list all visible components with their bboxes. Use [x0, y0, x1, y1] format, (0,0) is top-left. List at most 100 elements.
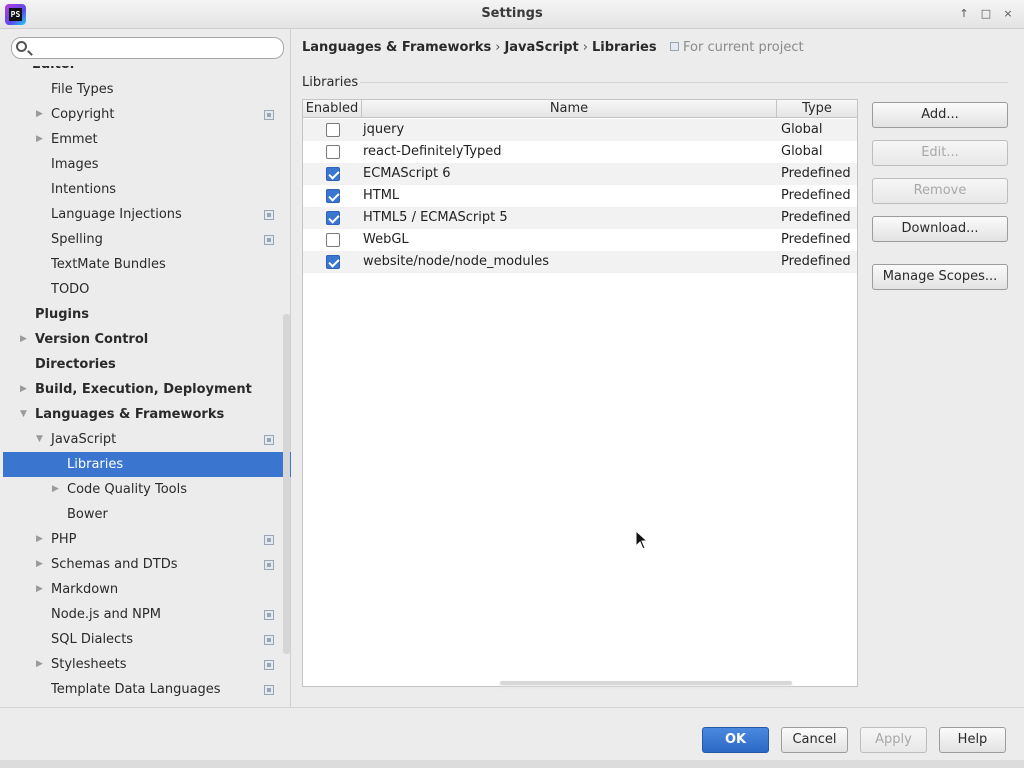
sidebar-item-schemas-and-dtds[interactable]: ▶ Schemas and DTDs — [0, 552, 291, 577]
sidebar-item-copyright[interactable]: ▶ Copyright — [0, 102, 291, 127]
section-divider — [360, 82, 1008, 83]
sidebar-item-label: SQL Dialects — [51, 632, 134, 647]
enabled-checkbox[interactable] — [326, 255, 340, 269]
sidebar-item-label: Markdown — [51, 582, 119, 597]
sidebar-item-label: Emmet — [51, 132, 98, 147]
library-type: Predefined — [781, 188, 851, 203]
sidebar-item-label: TextMate Bundles — [51, 257, 166, 272]
column-header-name[interactable]: Name — [362, 100, 777, 118]
sidebar-item-version-control[interactable]: ▶ Version Control — [0, 327, 291, 352]
collapsed-arrow-icon[interactable]: ▶ — [52, 477, 62, 502]
sidebar-item-code-quality-tools[interactable]: ▶ Code Quality Tools — [0, 477, 291, 502]
add-button[interactable]: Add... — [872, 102, 1008, 128]
sidebar-item-images[interactable]: Images — [0, 152, 291, 177]
table-row[interactable]: HTML5 / ECMAScript 5 Predefined — [303, 207, 857, 229]
sidebar-item-languages-frameworks[interactable]: ▼ Languages & Frameworks — [0, 402, 291, 427]
collapsed-arrow-icon[interactable]: ▶ — [36, 102, 46, 127]
library-type: Global — [781, 122, 823, 137]
sidebar-item-label: PHP — [51, 532, 77, 547]
project-scope-icon — [264, 435, 274, 445]
breadcrumb-separator: › — [582, 40, 588, 55]
window-up-icon[interactable]: ↑ — [956, 6, 972, 22]
ok-button[interactable]: OK — [702, 727, 769, 753]
sidebar-item-label: Intentions — [51, 182, 117, 197]
column-header-enabled[interactable]: Enabled — [303, 100, 362, 118]
sidebar-item-node-js-and-npm[interactable]: Node.js and NPM — [0, 602, 291, 627]
project-scope-icon — [264, 235, 274, 245]
table-row[interactable]: website/node/node_modules Predefined — [303, 251, 857, 273]
breadcrumb-part: Languages & Frameworks — [302, 40, 492, 55]
sidebar-item-template-data-languages[interactable]: Template Data Languages — [0, 677, 291, 702]
table-row[interactable]: jquery Global — [303, 119, 857, 141]
sidebar-item-label: Schemas and DTDs — [51, 557, 178, 572]
sidebar-item-label: Template Data Languages — [51, 682, 221, 697]
remove-button[interactable]: Remove — [872, 178, 1008, 204]
sidebar-item-label: JavaScript — [51, 432, 117, 447]
status-strip — [0, 760, 1024, 768]
sidebar-item-plugins[interactable]: Plugins — [0, 302, 291, 327]
library-name: jquery — [363, 122, 405, 137]
enabled-checkbox[interactable] — [326, 211, 340, 225]
collapsed-arrow-icon[interactable]: ▶ — [36, 127, 46, 152]
collapsed-arrow-icon[interactable]: ▶ — [36, 552, 46, 577]
collapsed-arrow-icon[interactable]: ▶ — [36, 577, 46, 602]
sidebar-item-sql-dialects[interactable]: SQL Dialects — [0, 627, 291, 652]
library-name: website/node/node_modules — [363, 254, 549, 269]
project-scope-icon — [264, 610, 274, 620]
sidebar-item-markdown[interactable]: ▶ Markdown — [0, 577, 291, 602]
collapsed-arrow-icon[interactable]: ▶ — [20, 377, 30, 402]
breadcrumb-part: JavaScript — [504, 40, 579, 55]
sidebar-item-file-types[interactable]: File Types — [0, 77, 291, 102]
horizontal-scrollbar[interactable] — [500, 681, 792, 685]
apply-button[interactable]: Apply — [860, 727, 927, 753]
sidebar-item-label: Code Quality Tools — [67, 482, 188, 497]
cancel-button[interactable]: Cancel — [781, 727, 848, 753]
title-bar: PS Settings ↑ □ × — [0, 0, 1024, 29]
enabled-checkbox[interactable] — [326, 123, 340, 137]
sidebar-item-directories[interactable]: Directories — [0, 352, 291, 377]
table-row[interactable]: ECMAScript 6 Predefined — [303, 163, 857, 185]
sidebar-item-build-execution-deployment[interactable]: ▶ Build, Execution, Deployment — [0, 377, 291, 402]
sidebar-item-stylesheets[interactable]: ▶ Stylesheets — [0, 652, 291, 677]
sidebar-item-label: Images — [51, 157, 99, 172]
sidebar-item-libraries[interactable]: Libraries — [3, 452, 291, 477]
library-type: Predefined — [781, 210, 851, 225]
table-row[interactable]: HTML Predefined — [303, 185, 857, 207]
sidebar-scrollbar[interactable] — [283, 314, 290, 654]
sidebar-item-label: Version Control — [35, 332, 149, 347]
sidebar-item-language-injections[interactable]: Language Injections — [0, 202, 291, 227]
expanded-arrow-icon[interactable]: ▼ — [20, 402, 30, 427]
table-row[interactable]: react-DefinitelyTyped Global — [303, 141, 857, 163]
sidebar-item-editor[interactable]: Editor — [0, 66, 291, 77]
manage-scopes-button[interactable]: Manage Scopes... — [872, 264, 1008, 290]
collapsed-arrow-icon[interactable]: ▶ — [36, 527, 46, 552]
collapsed-arrow-icon[interactable]: ▶ — [36, 652, 46, 677]
enabled-checkbox[interactable] — [326, 167, 340, 181]
sidebar-item-todo[interactable]: TODO — [0, 277, 291, 302]
window-controls: ↑ □ × — [956, 6, 1016, 22]
sidebar-item-bower[interactable]: Bower — [0, 502, 291, 527]
enabled-checkbox[interactable] — [326, 145, 340, 159]
column-header-type[interactable]: Type — [777, 100, 857, 118]
project-scope-icon — [264, 535, 274, 545]
sidebar-item-intentions[interactable]: Intentions — [0, 177, 291, 202]
sidebar-item-textmate-bundles[interactable]: TextMate Bundles — [0, 252, 291, 277]
table-row[interactable]: WebGL Predefined — [303, 229, 857, 251]
expanded-arrow-icon[interactable]: ▼ — [36, 427, 46, 452]
settings-search-input[interactable] — [11, 37, 284, 59]
edit-button[interactable]: Edit... — [872, 140, 1008, 166]
enabled-checkbox[interactable] — [326, 189, 340, 203]
sidebar-item-label: Build, Execution, Deployment — [35, 382, 252, 397]
sidebar-item-javascript[interactable]: ▼ JavaScript — [0, 427, 291, 452]
collapsed-arrow-icon[interactable]: ▶ — [20, 327, 30, 352]
sidebar-item-emmet[interactable]: ▶ Emmet — [0, 127, 291, 152]
sidebar-item-spelling[interactable]: Spelling — [0, 227, 291, 252]
project-scope-icon — [264, 110, 274, 120]
sidebar-item-php[interactable]: ▶ PHP — [0, 527, 291, 552]
enabled-checkbox[interactable] — [326, 233, 340, 247]
download-button[interactable]: Download... — [872, 216, 1008, 242]
close-icon[interactable]: × — [1000, 6, 1016, 22]
library-name: HTML — [363, 188, 400, 203]
maximize-icon[interactable]: □ — [978, 6, 994, 22]
help-button[interactable]: Help — [939, 727, 1006, 753]
